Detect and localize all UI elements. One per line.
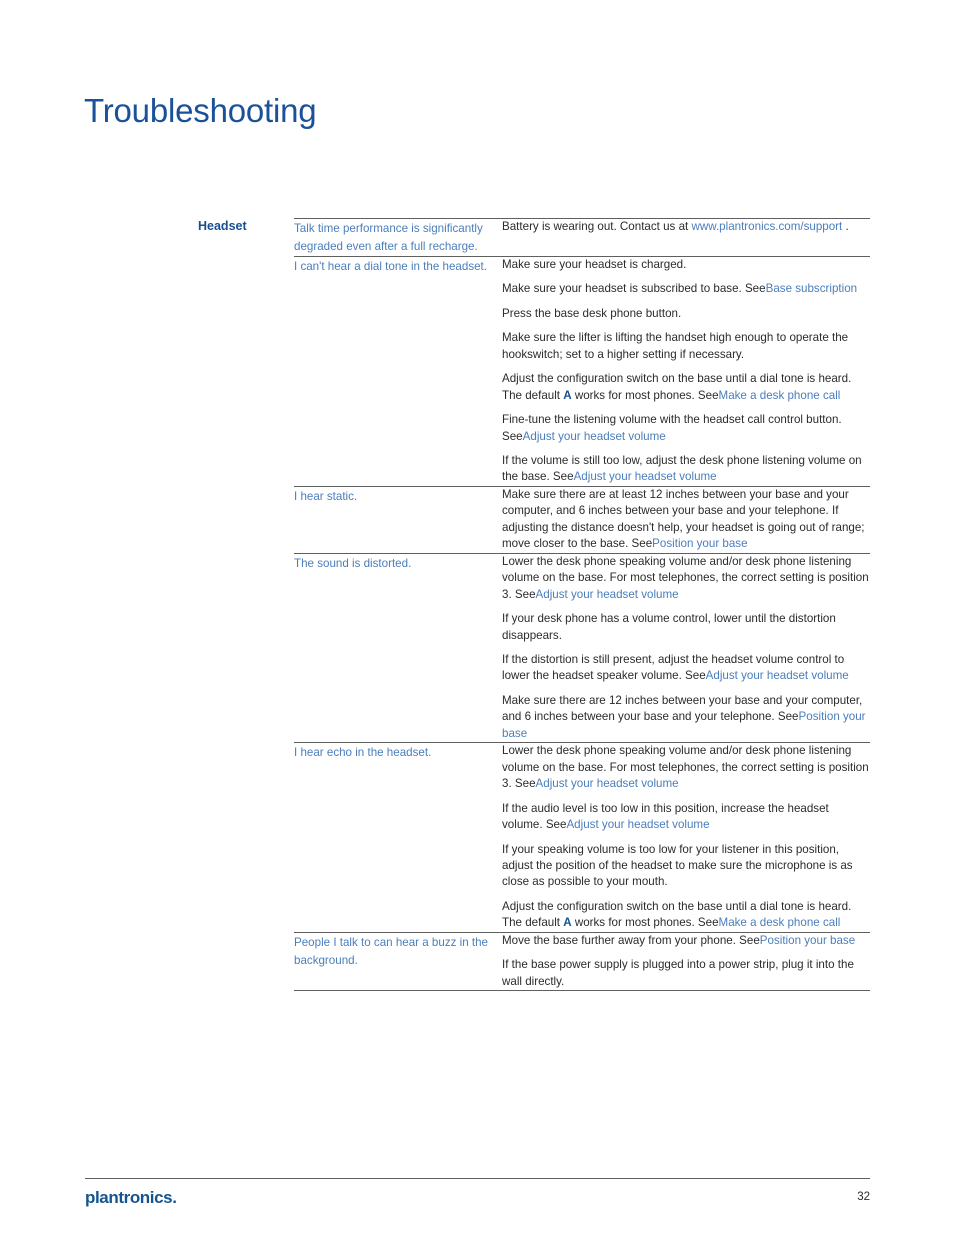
symptom-cell: I hear static. — [294, 485, 502, 554]
solution-paragraph: Battery is wearing out. Contact us at ww… — [502, 219, 870, 235]
cross-reference-link[interactable]: www.plantronics.com/support — [691, 220, 842, 233]
troubleshooting-table: Talk time performance is significantly d… — [294, 218, 870, 992]
symptom-text: I hear static. — [294, 489, 358, 503]
body-text: . — [842, 220, 849, 233]
symptom-text: The sound is distorted. — [294, 556, 412, 570]
body-text: works for most phones. See — [571, 916, 719, 930]
table-row: I can't hear a dial tone in the headset.… — [294, 255, 870, 487]
solution-paragraph: Fine-tune the listening volume with the … — [502, 412, 870, 445]
page-title: Troubleshooting — [84, 92, 317, 130]
table-row: I hear static. Make sure there are at lea… — [294, 485, 870, 554]
footer-divider — [85, 1178, 870, 1179]
body-text: If your speaking volume is too low for y… — [502, 842, 853, 889]
table-body: Talk time performance is significantly d… — [294, 218, 870, 992]
body-text: Press the base desk phone button. — [502, 306, 682, 320]
solution-paragraph: Make sure your headset is subscribed to … — [502, 281, 870, 297]
cross-reference-link[interactable]: Adjust your headset volume — [523, 430, 666, 443]
cross-reference-link[interactable]: Adjust your headset volume — [536, 588, 679, 601]
plantronics-logo: plantronics. — [85, 1189, 177, 1206]
symptom-cell: I hear echo in the headset. — [294, 742, 502, 933]
cross-reference-link[interactable]: Base subscription — [766, 282, 858, 295]
cross-reference-link[interactable]: Adjust your headset volume — [566, 818, 709, 831]
solution-cell: Lower the desk phone speaking volume and… — [502, 552, 870, 743]
document-page: Troubleshooting Headset Talk time perfor… — [0, 0, 954, 1235]
solution-paragraph: If your desk phone has a volume control,… — [502, 611, 870, 644]
section-label-headset: Headset — [198, 219, 247, 233]
body-text: If your desk phone has a volume control,… — [502, 612, 836, 642]
cross-reference-link[interactable]: Adjust your headset volume — [574, 470, 717, 483]
symptom-cell: The sound is distorted. — [294, 552, 502, 743]
body-text: Make sure the lifter is lifting the hand… — [502, 331, 849, 361]
emphasis-text: A — [563, 916, 572, 930]
symptom-cell: People I talk to can hear a buzz in the … — [294, 931, 502, 992]
table-row: I hear echo in the headset. Lower the des… — [294, 742, 870, 933]
solution-paragraph: If the volume is still too low, adjust t… — [502, 453, 870, 486]
symptom-cell: I can't hear a dial tone in the headset. — [294, 255, 502, 487]
logo-wordmark: plantronics — [85, 1188, 173, 1207]
symptom-cell: Talk time performance is significantly d… — [294, 218, 502, 257]
cross-reference-link[interactable]: Make a desk phone call — [719, 916, 841, 929]
table-row: People I talk to can hear a buzz in the … — [294, 931, 870, 992]
solution-paragraph: If your speaking volume is too low for y… — [502, 842, 870, 891]
solution-cell: Move the base further away from your pho… — [502, 931, 870, 992]
solution-paragraph: Adjust the configuration switch on the b… — [502, 899, 870, 932]
cross-reference-link[interactable]: Adjust your headset volume — [536, 777, 679, 790]
symptom-text: I hear echo in the headset. — [294, 746, 432, 760]
cross-reference-link[interactable]: Position your base — [760, 934, 855, 947]
solution-paragraph: Make sure there are at least 12 inches b… — [502, 487, 870, 553]
cross-reference-link[interactable]: Make a desk phone call — [719, 389, 841, 402]
body-text: Move the base further away from your pho… — [502, 933, 760, 947]
symptom-text: Talk time performance is significantly d… — [294, 222, 483, 254]
solution-cell: Make sure there are at least 12 inches b… — [502, 485, 870, 554]
body-text: Make sure your headset is charged. — [502, 257, 687, 271]
table-row: The sound is distorted. Lower the desk ph… — [294, 552, 870, 743]
solution-paragraph: If the distortion is still present, adju… — [502, 652, 870, 685]
cross-reference-link[interactable]: Position your base — [652, 537, 747, 550]
solution-paragraph: Press the base desk phone button. — [502, 306, 870, 322]
page-number: 32 — [857, 1191, 870, 1203]
logo-dot: . — [172, 1188, 177, 1207]
solution-paragraph: Make sure your headset is charged. — [502, 257, 870, 273]
solution-paragraph: Lower the desk phone speaking volume and… — [502, 743, 870, 792]
emphasis-text: A — [563, 388, 572, 402]
symptom-text: I can't hear a dial tone in the headset. — [294, 259, 488, 273]
solution-paragraph: Make sure there are 12 inches between yo… — [502, 693, 870, 742]
body-text: If the base power supply is plugged into… — [502, 958, 854, 988]
solution-cell: Lower the desk phone speaking volume and… — [502, 742, 870, 933]
body-text: Battery is wearing out. Contact us at — [502, 220, 692, 233]
cross-reference-link[interactable]: Adjust your headset volume — [706, 669, 849, 682]
solution-paragraph: If the audio level is too low in this po… — [502, 801, 870, 834]
body-text: works for most phones. See — [571, 388, 719, 402]
solution-cell: Make sure your headset is charged. Make s… — [502, 255, 870, 487]
solution-paragraph: Lower the desk phone speaking volume and… — [502, 554, 870, 603]
solution-paragraph: If the base power supply is plugged into… — [502, 957, 870, 990]
solution-cell: Battery is wearing out. Contact us at ww… — [502, 218, 870, 257]
solution-paragraph: Move the base further away from your pho… — [502, 933, 870, 949]
solution-paragraph: Adjust the configuration switch on the b… — [502, 371, 870, 404]
page-footer: plantronics. 32 — [0, 1178, 954, 1228]
body-text: Make sure your headset is subscribed to … — [502, 282, 766, 296]
solution-paragraph: Make sure the lifter is lifting the hand… — [502, 330, 870, 363]
symptom-text: People I talk to can hear a buzz in the … — [294, 935, 488, 968]
table-row: Talk time performance is significantly d… — [294, 218, 870, 257]
